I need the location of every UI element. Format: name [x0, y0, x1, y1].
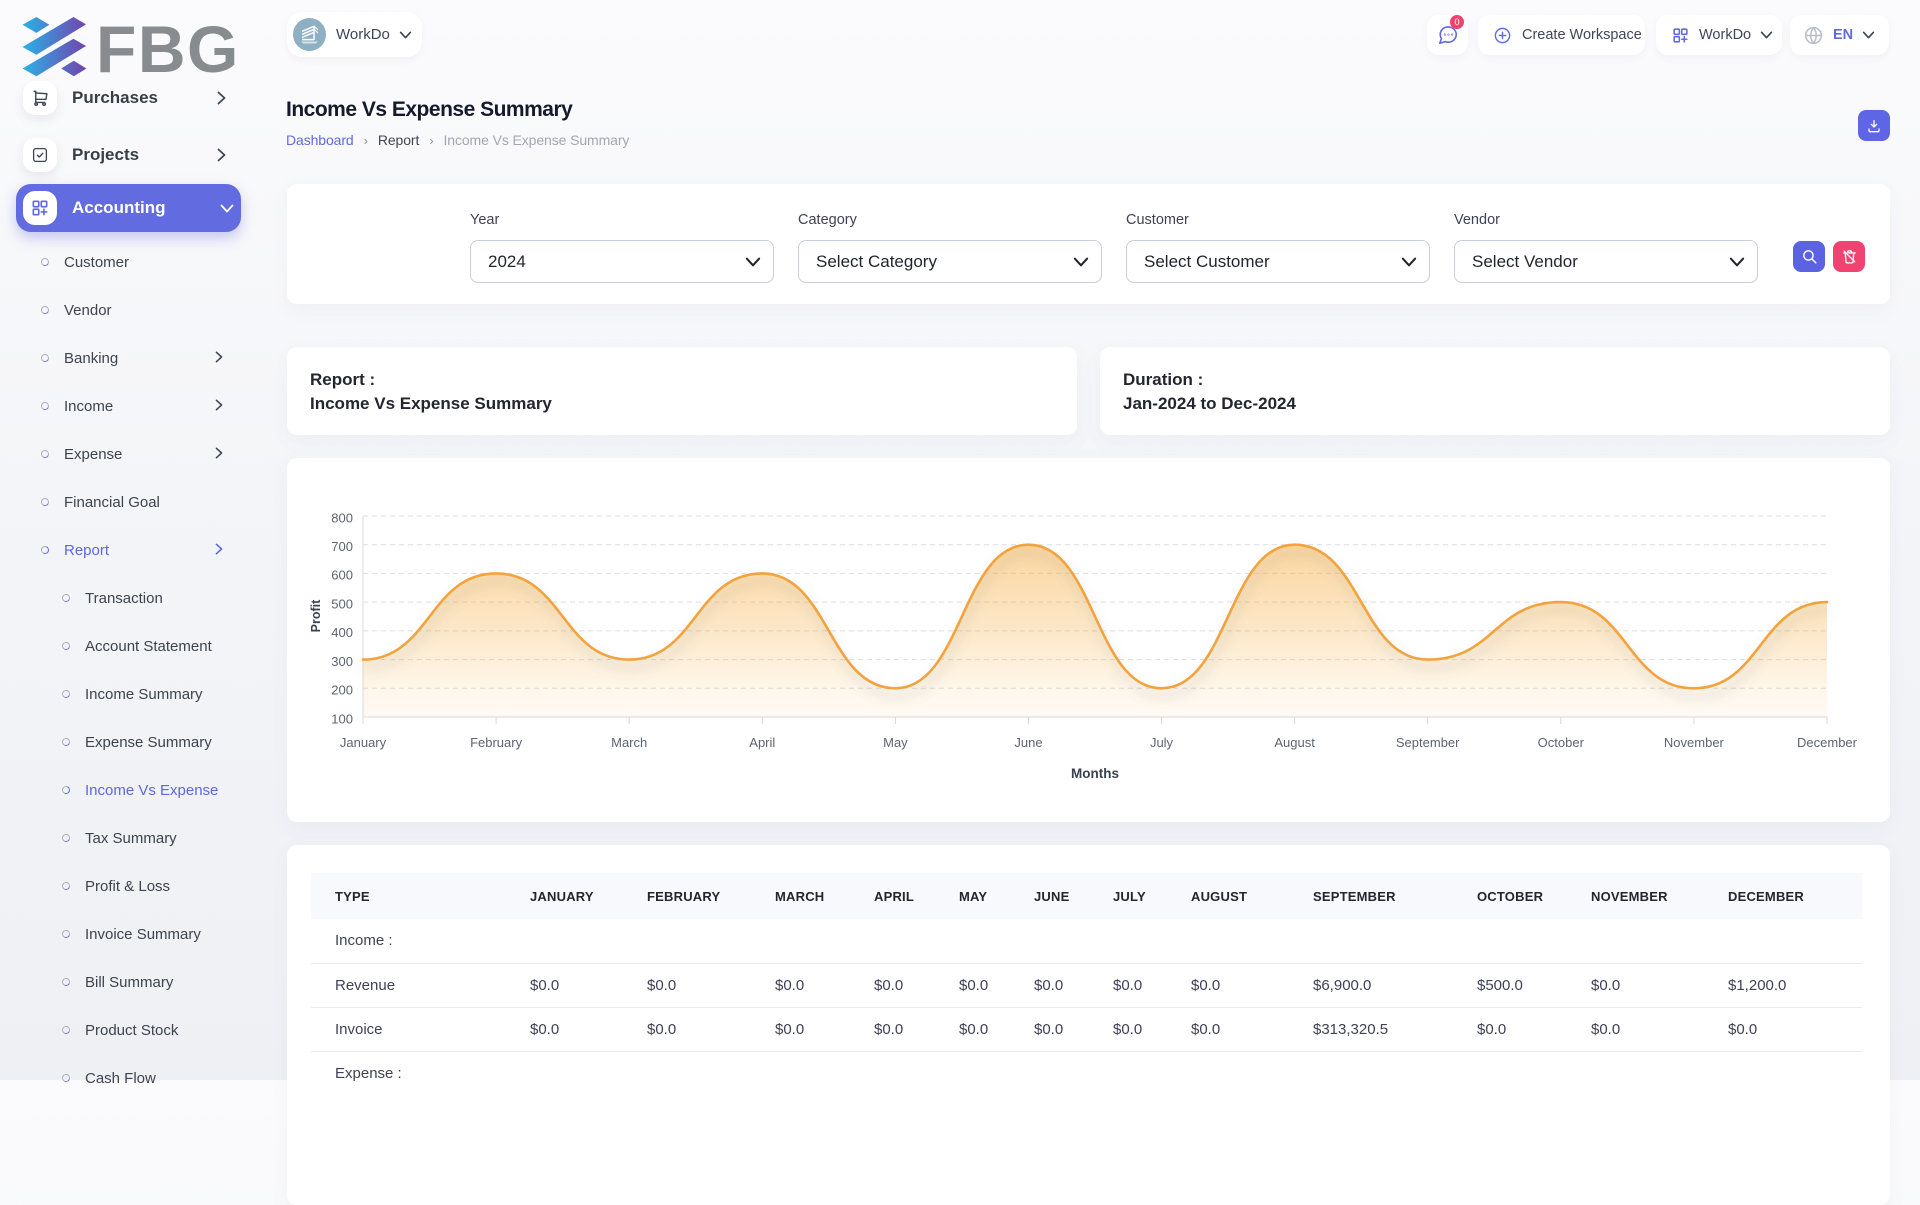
- svg-text:April: April: [749, 735, 775, 750]
- svg-text:May: May: [883, 735, 908, 750]
- svg-text:300: 300: [331, 654, 353, 669]
- svg-text:Months: Months: [1071, 766, 1119, 781]
- svg-text:800: 800: [331, 510, 353, 525]
- svg-text:600: 600: [331, 568, 353, 583]
- svg-text:100: 100: [331, 711, 353, 726]
- svg-text:March: March: [611, 735, 647, 750]
- svg-text:December: December: [1797, 735, 1858, 750]
- svg-text:400: 400: [331, 625, 353, 640]
- svg-text:June: June: [1014, 735, 1042, 750]
- svg-text:700: 700: [331, 539, 353, 554]
- svg-text:February: February: [470, 735, 523, 750]
- svg-text:September: September: [1396, 735, 1460, 750]
- svg-text:November: November: [1664, 735, 1725, 750]
- svg-text:July: July: [1150, 735, 1174, 750]
- svg-text:500: 500: [331, 596, 353, 611]
- svg-text:Profit: Profit: [309, 599, 323, 632]
- svg-text:200: 200: [331, 683, 353, 698]
- svg-text:October: October: [1538, 735, 1585, 750]
- svg-text:August: August: [1274, 735, 1315, 750]
- svg-text:January: January: [340, 735, 387, 750]
